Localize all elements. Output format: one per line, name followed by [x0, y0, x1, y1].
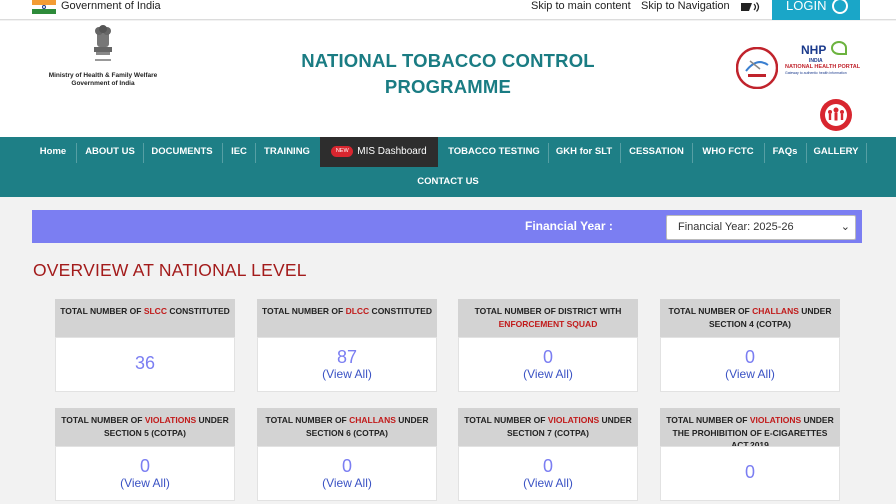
stat-card-body: 0 (View All): [660, 337, 840, 392]
stat-card-title: TOTAL NUMBER OF DLCC CONSTITUTED: [257, 299, 437, 337]
new-badge: NEW: [331, 145, 354, 157]
nav-training[interactable]: TRAINING: [258, 137, 316, 167]
stat-card-body: 0 (View All): [257, 446, 437, 501]
nav-tobacco-testing[interactable]: TOBACCO TESTING: [443, 137, 545, 167]
user-icon: [832, 0, 848, 14]
financial-year-select[interactable]: Financial Year: 2025-26 ⌄: [666, 215, 856, 240]
stat-card-title: TOTAL NUMBER OF DISTRICT WITH ENFORCEMEN…: [458, 299, 638, 337]
view-all-link[interactable]: (View All): [459, 476, 637, 490]
stat-value: 0: [139, 456, 150, 476]
stat-value: 87: [336, 347, 358, 367]
stat-card-body: 0 (View All): [458, 337, 638, 392]
stat-value: 0: [744, 347, 755, 367]
overview-heading: OVERVIEW AT NATIONAL LEVEL: [33, 260, 307, 280]
nav-faqs[interactable]: FAQs: [767, 137, 803, 167]
nav-who-fctc[interactable]: WHO FCTC: [695, 137, 761, 167]
page-title: NATIONAL TOBACCO CONTROL PROGRAMME: [301, 50, 595, 97]
nav-gkh-for-slt[interactable]: GKH for SLT: [551, 137, 617, 167]
nhp-leaf-icon: [831, 41, 847, 55]
stat-card-body: 36: [55, 337, 235, 392]
stat-value: 0: [341, 456, 352, 476]
nav-documents[interactable]: DOCUMENTS: [147, 137, 217, 167]
main-navigation: Home ABOUT US DOCUMENTS IEC TRAINING NEW…: [0, 137, 896, 197]
nhp-logo[interactable]: NHP INDIA NATIONAL HEALTH PORTAL Gateway…: [785, 41, 863, 81]
government-of-india-link[interactable]: Government of India: [61, 0, 161, 13]
view-all-link[interactable]: (View All): [661, 367, 839, 381]
financial-year-label: Financial Year :: [525, 219, 613, 233]
stat-card-body: 0 (View All): [55, 446, 235, 501]
nav-mis-dashboard[interactable]: NEW MIS Dashboard: [320, 137, 438, 167]
nav-iec[interactable]: IEC: [225, 137, 253, 167]
stat-card-title: TOTAL NUMBER OF VIOLATIONS UNDER SECTION…: [458, 408, 638, 446]
stat-card-title: TOTAL NUMBER OF VIOLATIONS UNDER SECTION…: [55, 408, 235, 446]
stat-card-title: TOTAL NUMBER OF VIOLATIONS UNDER THE PRO…: [660, 408, 840, 450]
login-label: LOGIN: [786, 0, 827, 13]
nav-cessation[interactable]: CESSATION: [623, 137, 690, 167]
stat-value: 0: [542, 456, 553, 476]
view-all-link[interactable]: (View All): [56, 476, 234, 490]
financial-year-value: Financial Year: 2025-26: [678, 221, 794, 233]
ministry-name: Ministry of Health & Family Welfare Gove…: [48, 72, 158, 87]
nav-gallery[interactable]: GALLERY: [810, 137, 862, 167]
stat-value: 0: [542, 347, 553, 367]
india-flag-icon: [32, 0, 56, 14]
view-all-link[interactable]: (View All): [459, 367, 637, 381]
stat-card-body: 0 (View All): [458, 446, 638, 501]
nav-mis-dashboard-label: MIS Dashboard: [357, 146, 427, 157]
screen-reader-icon[interactable]: [740, 1, 762, 13]
skip-to-main-content-link[interactable]: Skip to main content: [531, 0, 631, 13]
stat-value: 36: [134, 353, 156, 373]
skip-to-navigation-link[interactable]: Skip to Navigation: [641, 0, 730, 13]
site-header: Ministry of Health & Family Welfare Gove…: [0, 21, 896, 137]
login-button[interactable]: LOGIN: [772, 0, 860, 20]
stat-card-title: TOTAL NUMBER OF CHALLANS UNDER SECTION 6…: [257, 408, 437, 446]
nhm-logo-icon[interactable]: [810, 93, 862, 133]
view-all-link[interactable]: (View All): [258, 476, 436, 490]
chevron-down-icon: ⌄: [840, 221, 850, 233]
stat-card-title: TOTAL NUMBER OF CHALLANS UNDER SECTION 4…: [660, 299, 840, 337]
nav-home[interactable]: Home: [32, 137, 74, 167]
stat-card-body: 0: [660, 446, 840, 501]
stat-value: 0: [744, 462, 755, 482]
stat-card-title: TOTAL NUMBER OF SLCC CONSTITUTED: [55, 299, 235, 337]
stat-card-body: 87 (View All): [257, 337, 437, 392]
quit-tobacco-logo-icon[interactable]: [736, 47, 778, 89]
top-bar: Government of India Skip to main content…: [0, 0, 896, 20]
nav-contact-us[interactable]: CONTACT US: [0, 167, 896, 197]
view-all-link[interactable]: (View All): [258, 367, 436, 381]
state-emblem-icon: [94, 25, 112, 61]
nav-about-us[interactable]: ABOUT US: [80, 137, 140, 167]
